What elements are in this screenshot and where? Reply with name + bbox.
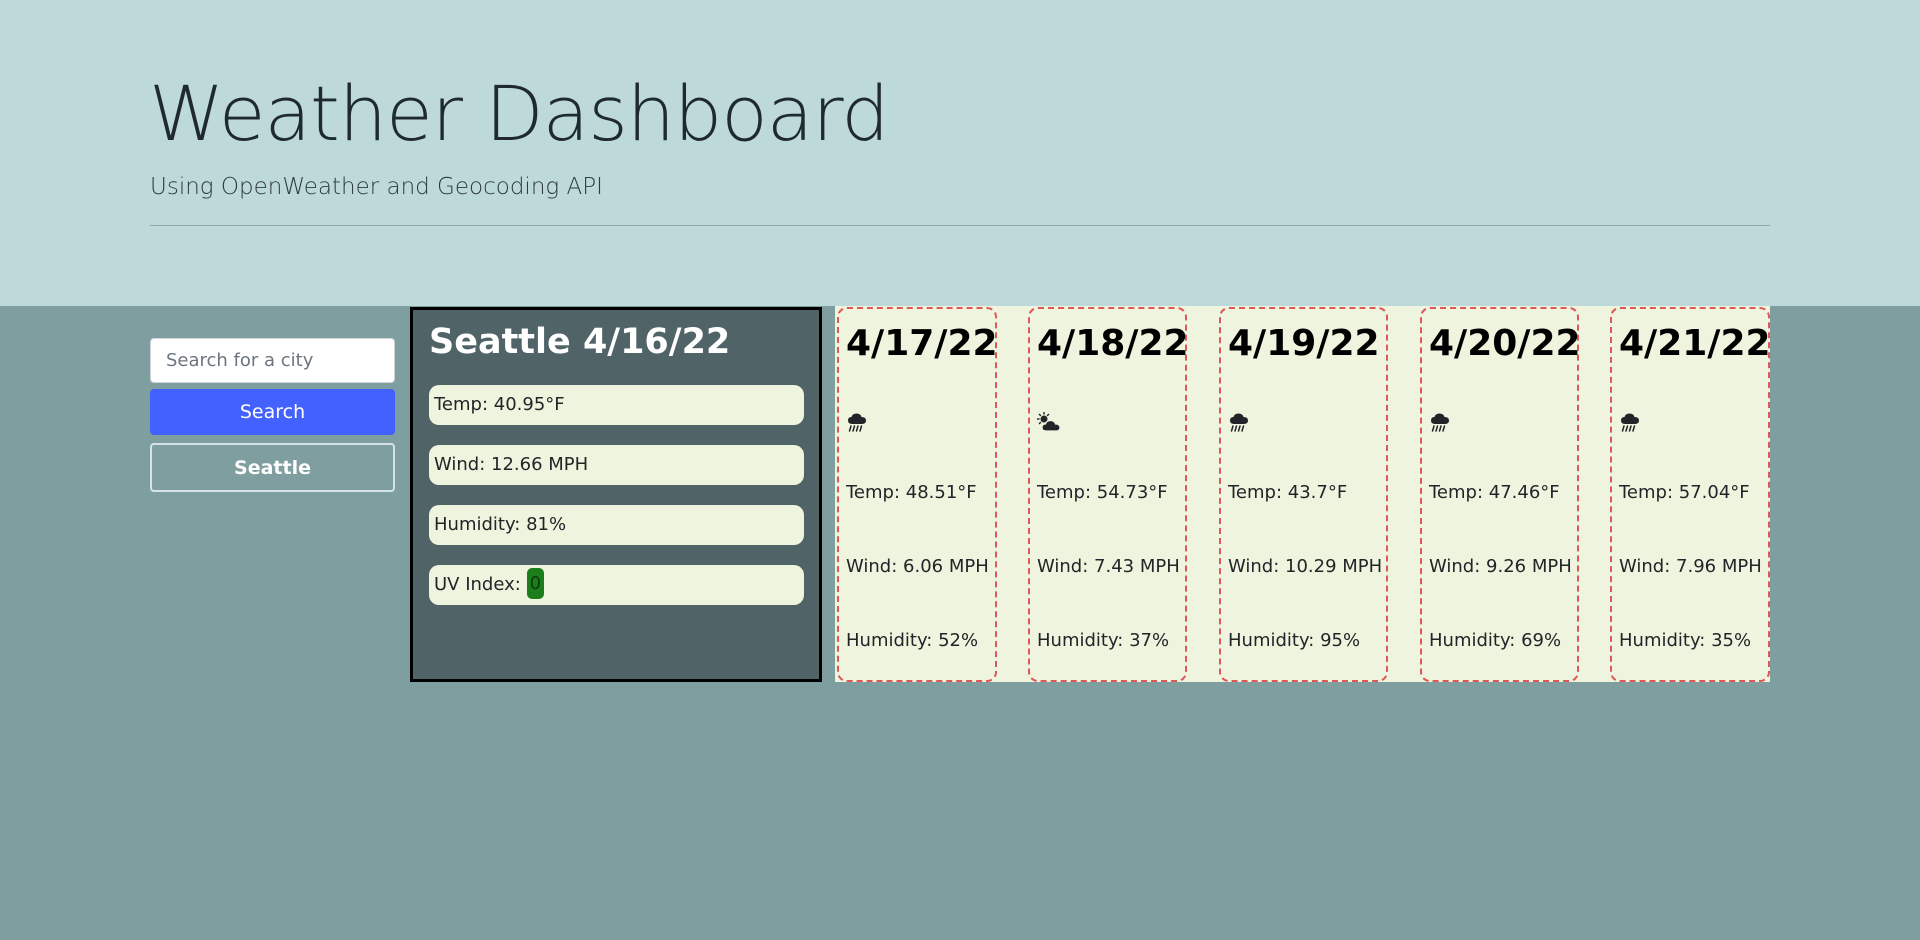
partly-cloudy-icon [1037,412,1061,432]
forecast-card: 4/18/22 Temp: 54.73°F Wind: 7.43 MPH Hum… [1028,307,1189,682]
forecast-temp: Temp: 54.73°F [1037,482,1168,503]
forecast-date: 4/19/22 [1228,323,1380,364]
forecast-wind: Wind: 9.26 MPH [1429,556,1572,577]
forecast-wind: Wind: 6.06 MPH [846,556,989,577]
uv-label: UV Index: [434,574,527,595]
forecast-date: 4/18/22 [1037,323,1189,364]
current-city-date: Seattle 4/16/22 [429,322,731,362]
uv-index-badge: 0 [526,568,545,599]
current-humidity: Humidity: 81% [429,505,804,545]
current-wind: Wind: 12.66 MPH [429,445,804,485]
rain-cloud-icon [1431,413,1449,432]
forecast-humidity: Humidity: 37% [1037,630,1170,651]
forecast-humidity: Humidity: 69% [1429,630,1562,651]
rain-cloud-icon [848,413,866,432]
current-weather-card: Seattle 4/16/22 Temp: 40.95°F Wind: 12.6… [410,307,822,682]
page-title: Weather Dashboard [149,69,889,158]
forecast-wind: Wind: 10.29 MPH [1228,556,1383,577]
current-temp: Temp: 40.95°F [429,385,804,425]
header-divider [150,225,1770,226]
forecast-date: 4/20/22 [1429,323,1581,364]
history-button-seattle[interactable]: Seattle [150,443,395,492]
forecast-card: 4/17/22 Temp: 48.51°F Wind: 6.06 MPH Hum… [837,307,998,682]
rain-cloud-icon [1230,413,1248,432]
forecast-wind: Wind: 7.43 MPH [1037,556,1180,577]
city-search-input[interactable] [150,338,395,383]
forecast-date: 4/21/22 [1619,323,1771,364]
forecast-temp: Temp: 43.7°F [1228,482,1348,503]
page-subtitle: Using OpenWeather and Geocoding API [150,174,603,200]
forecast-humidity: Humidity: 52% [846,630,979,651]
forecast-temp: Temp: 48.51°F [846,482,977,503]
forecast-wind: Wind: 7.96 MPH [1619,556,1762,577]
forecast-humidity: Humidity: 35% [1619,630,1752,651]
forecast-card: 4/21/22 Temp: 57.04°F Wind: 7.96 MPH Hum… [1610,307,1771,682]
forecast-humidity: Humidity: 95% [1228,630,1361,651]
forecast-temp: Temp: 57.04°F [1619,482,1750,503]
header-jumbotron: Weather Dashboard Using OpenWeather and … [0,0,1920,306]
rain-cloud-icon [1621,413,1639,432]
forecast-card: 4/19/22 Temp: 43.7°F Wind: 10.29 MPH Hum… [1219,307,1388,682]
current-uv: UV Index: 0 [429,565,804,605]
forecast-temp: Temp: 47.46°F [1429,482,1560,503]
search-button[interactable]: Search [150,389,395,435]
forecast-card: 4/20/22 Temp: 47.46°F Wind: 9.26 MPH Hum… [1420,307,1581,682]
forecast-date: 4/17/22 [846,323,998,364]
